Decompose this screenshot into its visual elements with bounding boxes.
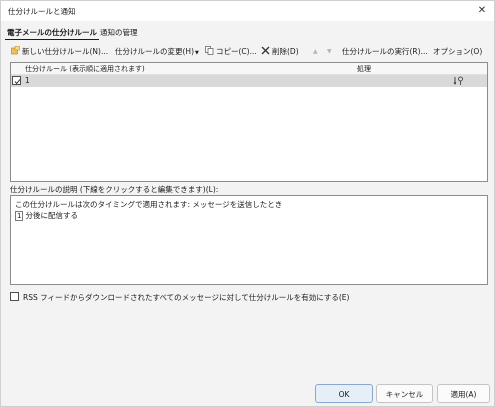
rss-rules-label: RSS フィードからダウンロードされたすべてのメッセージに対して仕分けルールを有…	[23, 293, 350, 302]
rule-description-box: この仕分けルールは次のタイミングで適用されます: メッセージを送信したとき 1分…	[10, 195, 488, 285]
rule-action-icon	[453, 76, 463, 85]
new-rule-icon	[11, 46, 20, 55]
checkmark-icon	[14, 78, 20, 84]
move-up-button[interactable]: ▲	[313, 45, 318, 59]
change-rule-label: 仕分けルールの変更(H)	[115, 47, 194, 56]
cancel-button[interactable]: キャンセル	[376, 384, 433, 403]
rules-and-alerts-dialog: 仕分けルールと通知 ✕ 電子メールの仕分けルール 通知の管理 新しい仕分けルール…	[0, 0, 495, 407]
rule-description-label: 仕分けルールの説明 (下線をクリックすると編集できます)(L):	[10, 185, 219, 194]
description-action-text: 分後に配信する	[25, 211, 78, 220]
rss-rules-checkbox[interactable]	[10, 292, 19, 301]
description-condition: この仕分けルールは次のタイミングで適用されます: メッセージを送信したとき	[15, 200, 283, 209]
rule-name: 1	[25, 76, 30, 85]
close-icon[interactable]: ✕	[474, 3, 490, 19]
run-rules-button[interactable]: 仕分けルールの実行(R)...	[342, 45, 428, 59]
tab-manage-alerts[interactable]: 通知の管理	[98, 26, 140, 39]
new-rule-button[interactable]: 新しい仕分けルール(N)...	[11, 45, 108, 59]
tab-email-rules[interactable]: 電子メールの仕分けルール	[5, 26, 99, 41]
window-title: 仕分けルールと通知	[8, 7, 76, 16]
change-rule-button[interactable]: 仕分けルールの変更(H)▼	[115, 45, 199, 59]
chevron-down-icon: ▼	[195, 50, 199, 56]
options-button[interactable]: オプション(O)	[433, 45, 482, 59]
delete-label: 削除(D)	[272, 47, 299, 56]
description-action: 1 分後に配信する	[15, 210, 78, 221]
copy-label: コピー(C)...	[216, 47, 257, 56]
move-down-button[interactable]: ▼	[327, 45, 332, 59]
rules-list-header: 仕分けルール (表示順に適用されます) 処理	[11, 63, 487, 75]
delay-minutes-link[interactable]: 1	[15, 211, 24, 221]
rule-enabled-checkbox[interactable]	[12, 76, 21, 85]
ok-button[interactable]: OK	[315, 384, 373, 403]
rules-list[interactable]: 仕分けルール (表示順に適用されます) 処理 1	[10, 62, 488, 182]
copy-icon	[205, 46, 214, 55]
new-rule-label: 新しい仕分けルール(N)...	[22, 47, 109, 56]
title-bar: 仕分けルールと通知 ✕	[1, 1, 494, 21]
rule-row[interactable]: 1	[11, 75, 487, 87]
delete-rule-button[interactable]: 削除(D)	[261, 45, 299, 59]
column-header-action[interactable]: 処理	[357, 64, 371, 74]
rules-toolbar: 新しい仕分けルール(N)... 仕分けルールの変更(H)▼ コピー(C)... …	[5, 45, 489, 59]
copy-rule-button[interactable]: コピー(C)...	[205, 45, 257, 59]
apply-button[interactable]: 適用(A)	[437, 384, 490, 403]
column-header-rule[interactable]: 仕分けルール (表示順に適用されます)	[25, 64, 145, 74]
delete-icon	[261, 46, 270, 55]
